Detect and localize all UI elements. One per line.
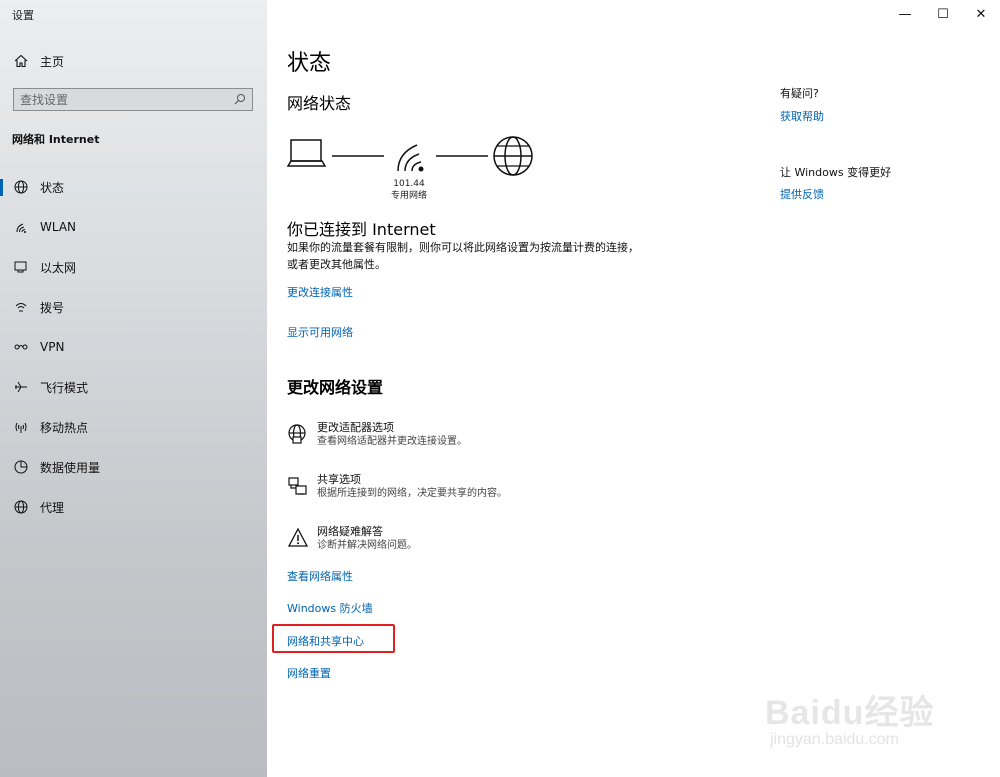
- network-reset-link[interactable]: 网络重置: [287, 665, 331, 681]
- ethernet-icon: [12, 258, 30, 276]
- proxy-icon: [12, 498, 30, 516]
- sidebar-item-label: 数据使用量: [40, 460, 101, 475]
- page-title: 状态: [287, 51, 332, 76]
- baidu-watermark: Baidu经验 jingyan.baidu.com: [765, 675, 965, 765]
- network-status-heading: 网络状态: [287, 94, 352, 113]
- help-question: 有疑问?: [780, 87, 819, 100]
- option-description: 诊断并解决网络问题。: [317, 540, 417, 551]
- minimize-button[interactable]: —: [886, 0, 924, 28]
- wifi-icon: [12, 218, 30, 236]
- sidebar-item-label: 以太网: [40, 260, 77, 275]
- close-button[interactable]: ✕: [962, 0, 1000, 28]
- diagram-ip-label: 101.44: [393, 179, 425, 189]
- option-title: 共享选项: [317, 473, 361, 486]
- connected-title: 你已连接到 Internet: [287, 220, 436, 239]
- window-controls: — ☐ ✕: [886, 0, 1000, 28]
- sidebar-item-proxy[interactable]: 代理: [0, 487, 267, 527]
- home-icon: [12, 54, 30, 68]
- watermark-url: jingyan.baidu.com: [770, 731, 899, 748]
- vpn-icon: [12, 338, 30, 356]
- data-usage-icon: [12, 458, 30, 476]
- sidebar-item-wlan[interactable]: WLAN: [0, 207, 267, 247]
- sidebar-item-label: 代理: [40, 500, 65, 515]
- airplane-icon: [12, 378, 30, 396]
- network-diagram: 101.44 专用网络: [287, 133, 547, 208]
- sidebar-section-title: 网络和 Internet: [12, 133, 100, 146]
- sidebar-nav: 状态 WLAN 以太网 拨号 VPN 飞行模式 移动热点 数据使用量 代理: [0, 167, 267, 527]
- search-input[interactable]: [20, 92, 234, 107]
- dialup-icon: [12, 298, 30, 316]
- feedback-link[interactable]: 提供反馈: [780, 186, 824, 202]
- home-label: 主页: [40, 54, 65, 69]
- sidebar-item-label: WLAN: [40, 220, 77, 234]
- search-icon[interactable]: [234, 90, 246, 109]
- status-globe-icon: [12, 178, 30, 196]
- sidebar-item-label: 飞行模式: [40, 380, 89, 395]
- change-network-settings-heading: 更改网络设置: [287, 378, 384, 397]
- sidebar-item-status[interactable]: 状态: [0, 167, 267, 207]
- sidebar-item-label: VPN: [40, 340, 65, 354]
- highlight-box: [272, 624, 395, 653]
- search-box[interactable]: [13, 88, 253, 111]
- adapter-options-item[interactable]: 更改适配器选项 查看网络适配器并更改连接设置。: [287, 421, 687, 449]
- option-description: 查看网络适配器并更改连接设置。: [317, 436, 467, 447]
- laptop-icon: [287, 139, 327, 167]
- sidebar-item-dialup[interactable]: 拨号: [0, 287, 267, 327]
- sidebar-item-data-usage[interactable]: 数据使用量: [0, 447, 267, 487]
- sidebar-item-vpn[interactable]: VPN: [0, 327, 267, 367]
- option-title: 网络疑难解答: [317, 525, 383, 538]
- wifi-signal-icon: [397, 144, 424, 172]
- hotspot-icon: [12, 418, 30, 436]
- sidebar-item-label: 移动热点: [40, 420, 89, 435]
- windows-firewall-link[interactable]: Windows 防火墙: [287, 600, 373, 616]
- change-connection-properties-link[interactable]: 更改连接属性: [287, 284, 353, 300]
- diagram-network-type: 专用网络: [390, 191, 427, 201]
- option-title: 更改适配器选项: [317, 421, 394, 434]
- show-available-networks-link[interactable]: 显示可用网络: [287, 324, 353, 340]
- sidebar-item-hotspot[interactable]: 移动热点: [0, 407, 267, 447]
- main-content: 状态 网络状态 101.44 专用网络 你已连接到 Internet 如果你的流…: [287, 0, 757, 777]
- maximize-button[interactable]: ☐: [924, 0, 962, 28]
- option-description: 根据所连接到的网络，决定要共享的内容。: [317, 488, 507, 499]
- warning-icon: [287, 527, 309, 549]
- home-link[interactable]: 主页: [12, 50, 64, 72]
- sharing-icon: [287, 475, 309, 497]
- sidebar-item-label: 拨号: [40, 300, 65, 315]
- get-help-link[interactable]: 获取帮助: [780, 108, 824, 124]
- app-title: 设置: [12, 9, 34, 22]
- watermark-brand: Baidu经验: [765, 694, 935, 732]
- connected-description: 如果你的流量套餐有限制，则你可以将此网络设置为按流量计费的连接，或者更改其他属性…: [287, 241, 639, 271]
- internet-globe-icon: [493, 136, 533, 176]
- view-network-properties-link[interactable]: 查看网络属性: [287, 568, 353, 584]
- sidebar-item-ethernet[interactable]: 以太网: [0, 247, 267, 287]
- sidebar-item-airplane[interactable]: 飞行模式: [0, 367, 267, 407]
- sidebar: 设置 主页 网络和 Internet 状态 WLAN: [0, 0, 267, 777]
- sidebar-item-label: 状态: [40, 180, 65, 195]
- make-windows-better: 让 Windows 变得更好: [780, 166, 892, 179]
- troubleshoot-item[interactable]: 网络疑难解答 诊断并解决网络问题。: [287, 525, 687, 553]
- adapter-icon: [287, 423, 309, 445]
- sharing-options-item[interactable]: 共享选项 根据所连接到的网络，决定要共享的内容。: [287, 473, 687, 501]
